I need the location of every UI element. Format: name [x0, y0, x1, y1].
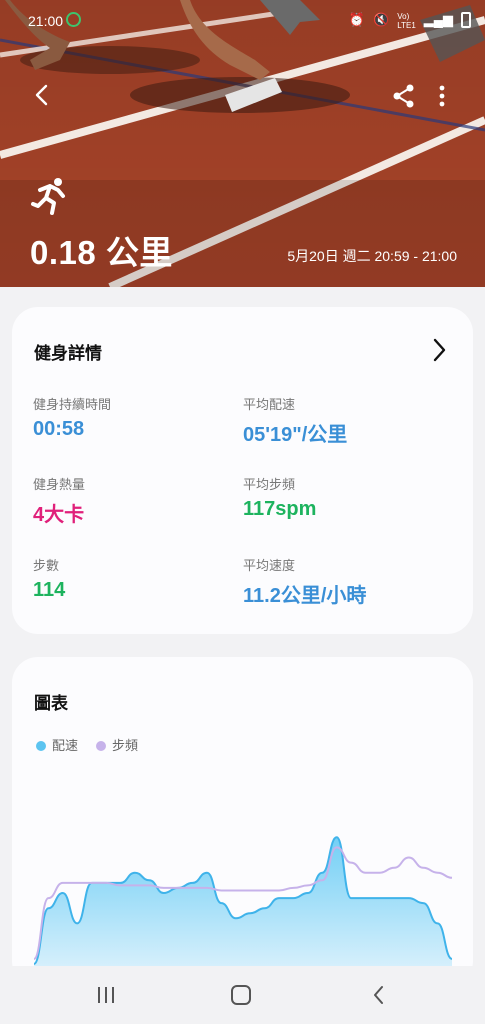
alarm-icon: ⏰	[348, 12, 366, 27]
status-time: 21:00	[28, 13, 64, 29]
stat-value: 114	[33, 579, 66, 601]
home-button[interactable]	[230, 984, 252, 1006]
stat-label: 平均步頻	[243, 478, 296, 493]
more-options-icon[interactable]	[430, 82, 454, 110]
stat-avg-speed: 平均速度 11.2公里/小時	[243, 555, 366, 608]
stat-label: 平均速度	[243, 559, 296, 574]
back-button[interactable]	[28, 80, 58, 110]
workout-datetime: 5月20日 週二 20:59 - 21:00	[287, 248, 457, 264]
stat-avg-pace: 平均配速 05'19"/公里	[243, 394, 347, 447]
fitness-details-card[interactable]: 健身詳情 健身持續時間 00:58 平均配速 05'19"/公里 健身熱量 4大…	[12, 307, 473, 634]
hero-banner: 21:00 ⏰ 🔇 Vo) LTE1 ▂▄▆ 0.18 公里 5月20日 週二 2…	[0, 0, 485, 287]
stat-value: 117spm	[243, 498, 317, 520]
pace-area	[34, 837, 452, 987]
signal-icon: ▂▄▆	[423, 12, 453, 27]
status-bar: 21:00 ⏰ 🔇 Vo) LTE1 ▂▄▆	[0, 10, 485, 34]
volte-icon: Vo) LTE1	[397, 12, 416, 30]
stat-label: 步數	[33, 559, 60, 574]
system-nav-bar	[0, 966, 485, 1024]
stat-steps: 步數 114	[33, 555, 65, 602]
stat-label: 健身熱量	[33, 478, 86, 493]
stat-label: 健身持續時間	[33, 398, 112, 413]
stat-value: 11.2公里/小時	[243, 585, 367, 607]
mute-icon: 🔇	[373, 12, 390, 27]
pace-cadence-chart	[33, 836, 453, 987]
chart-card: 圖表 配速 步頻	[12, 657, 473, 987]
chevron-right-icon[interactable]	[428, 335, 450, 365]
stat-value: 05'19"/公里	[243, 424, 348, 446]
stat-value: 00:58	[33, 418, 85, 440]
share-icon[interactable]	[390, 82, 418, 110]
nav-back-button[interactable]	[368, 984, 390, 1006]
battery-icon	[461, 12, 471, 28]
fitness-details-title: 健身詳情	[34, 344, 102, 364]
stat-duration: 健身持續時間 00:58	[33, 394, 111, 441]
stat-label: 平均配速	[243, 398, 296, 413]
stat-value: 4大卡	[33, 504, 85, 526]
running-icon	[31, 178, 65, 215]
recent-apps-button[interactable]	[95, 984, 117, 1006]
stat-calories: 健身熱量 4大卡	[33, 474, 85, 527]
stat-avg-cadence: 平均步頻 117spm	[243, 474, 316, 521]
download-icon	[66, 12, 81, 27]
distance-value: 0.18 公里	[30, 234, 173, 271]
